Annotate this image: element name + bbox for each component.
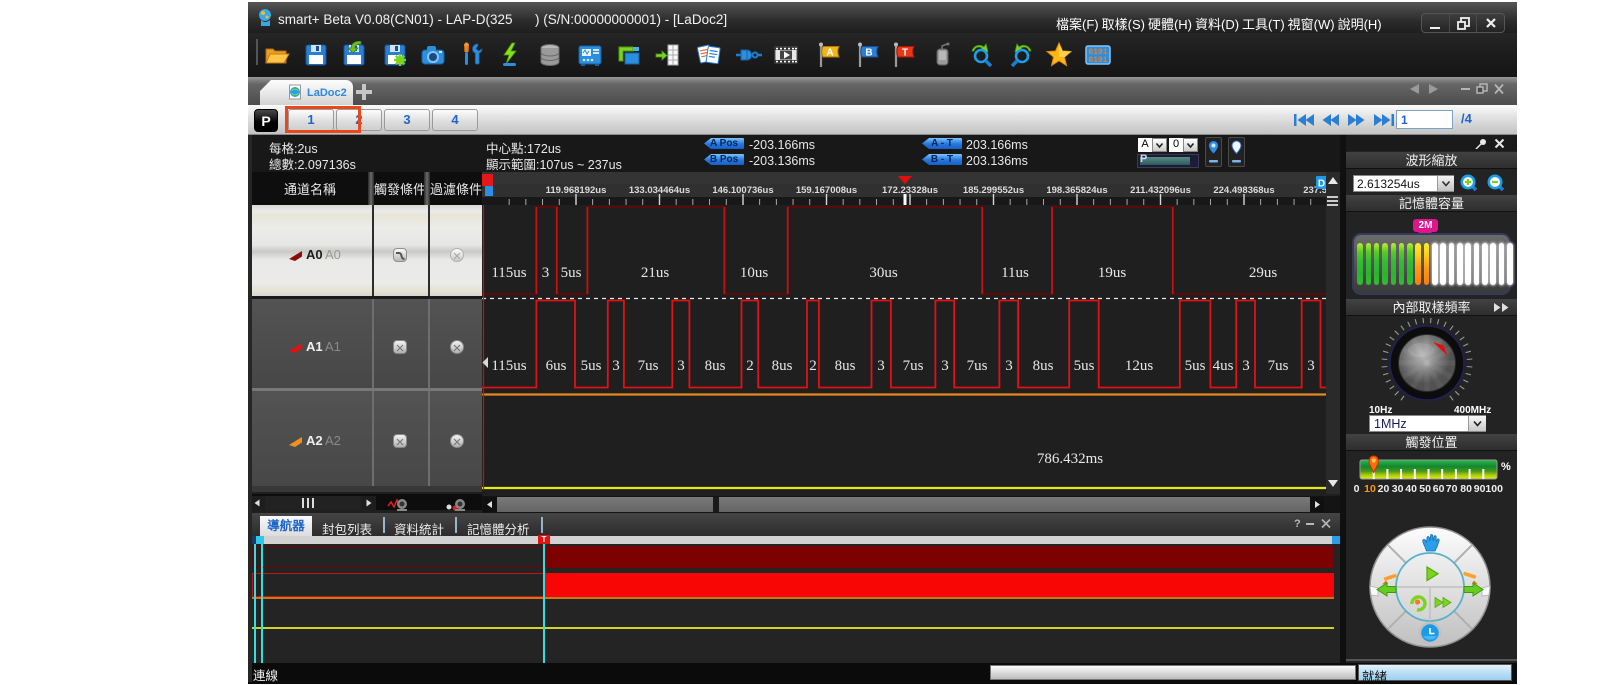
svg-text:8us: 8us bbox=[1033, 358, 1054, 374]
svg-text:8us: 8us bbox=[835, 358, 856, 374]
svg-text:3: 3 bbox=[1307, 358, 1315, 374]
svg-text:5us: 5us bbox=[581, 358, 602, 374]
svg-text:2: 2 bbox=[809, 358, 817, 374]
svg-text:5us: 5us bbox=[561, 265, 582, 281]
svg-text:7us: 7us bbox=[638, 358, 659, 374]
svg-text:30us: 30us bbox=[869, 265, 898, 281]
svg-text:3: 3 bbox=[542, 265, 550, 281]
svg-text:D: D bbox=[1318, 179, 1325, 190]
svg-text:5us: 5us bbox=[1185, 358, 1206, 374]
svg-text:3: 3 bbox=[677, 358, 685, 374]
svg-text:8us: 8us bbox=[705, 358, 726, 374]
svg-text:T: T bbox=[902, 48, 908, 59]
svg-text:185.299552us: 185.299552us bbox=[963, 185, 1024, 196]
svg-text:115us: 115us bbox=[491, 358, 526, 374]
svg-text:172.23328us: 172.23328us bbox=[882, 185, 938, 196]
svg-text:211.432096us: 211.432096us bbox=[1130, 185, 1191, 196]
svg-text:3: 3 bbox=[1242, 358, 1250, 374]
svg-text:29us: 29us bbox=[1249, 265, 1278, 281]
svg-text:7us: 7us bbox=[967, 358, 988, 374]
svg-text:3: 3 bbox=[1005, 358, 1013, 374]
svg-text:3: 3 bbox=[612, 358, 620, 374]
svg-text:115us: 115us bbox=[491, 265, 526, 281]
svg-text:8us: 8us bbox=[772, 358, 793, 374]
svg-text:11us: 11us bbox=[1001, 265, 1029, 281]
svg-text:B: B bbox=[865, 48, 872, 59]
svg-text:21us: 21us bbox=[641, 265, 670, 281]
svg-text:4us: 4us bbox=[1213, 358, 1234, 374]
svg-text:146.100736us: 146.100736us bbox=[712, 185, 773, 196]
svg-text:786.432ms: 786.432ms bbox=[1037, 451, 1103, 467]
svg-text:10us: 10us bbox=[740, 265, 769, 281]
svg-text:A: A bbox=[826, 48, 833, 59]
svg-text:7us: 7us bbox=[1268, 358, 1289, 374]
svg-text:%: % bbox=[1501, 461, 1511, 473]
svg-text:198.365824us: 198.365824us bbox=[1046, 185, 1107, 196]
svg-text:133.034464us: 133.034464us bbox=[629, 185, 690, 196]
svg-text:3: 3 bbox=[877, 358, 885, 374]
svg-text:19us: 19us bbox=[1098, 265, 1127, 281]
svg-text:159.167008us: 159.167008us bbox=[796, 185, 857, 196]
svg-text:2: 2 bbox=[746, 358, 754, 374]
svg-text:3: 3 bbox=[941, 358, 949, 374]
svg-text:6us: 6us bbox=[546, 358, 567, 374]
svg-text:0101: 0101 bbox=[1088, 56, 1107, 65]
svg-text:12us: 12us bbox=[1125, 358, 1154, 374]
svg-text:5us: 5us bbox=[1074, 358, 1095, 374]
svg-text:119.968192us: 119.968192us bbox=[546, 185, 607, 196]
svg-text:7us: 7us bbox=[903, 358, 924, 374]
svg-text:224.498368us: 224.498368us bbox=[1213, 185, 1274, 196]
